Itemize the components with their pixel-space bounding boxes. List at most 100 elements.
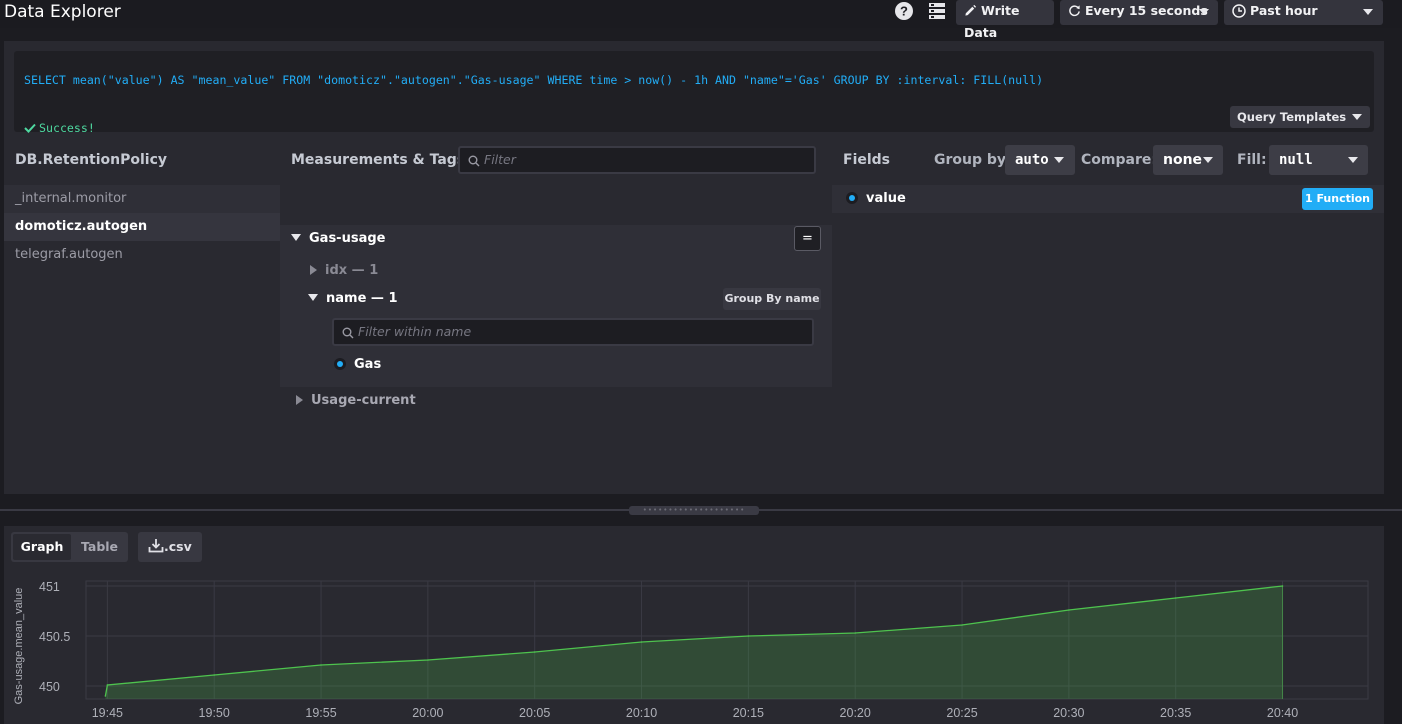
data-point <box>961 624 963 626</box>
measurement-usage-current[interactable]: Usage-current <box>296 391 416 411</box>
data-point <box>427 659 429 661</box>
query-text[interactable]: SELECT mean("value") AS "mean_value" FRO… <box>24 73 1043 87</box>
page-header: Data Explorer ? Write Data Every 15 seco… <box>0 0 1402 40</box>
equals-toggle-button[interactable]: = <box>794 226 821 251</box>
refresh-icon <box>1069 5 1080 17</box>
db-item-internal-monitor[interactable]: _internal.monitor <box>4 185 280 213</box>
pencil-icon <box>965 4 977 16</box>
query-templates-dropdown[interactable]: Query Templates <box>1230 106 1370 128</box>
db-retention-policy-panel: DB.RetentionPolicy _internal.monitor dom… <box>4 141 280 494</box>
data-point <box>747 635 750 637</box>
x-tick-label: 19:45 <box>92 706 123 720</box>
tag-value-gas[interactable]: Gas <box>334 355 381 375</box>
clock-icon <box>1232 3 1246 18</box>
y-axis-label: Gas-usage.mean_value <box>13 588 25 705</box>
function-badge[interactable]: 1 Function <box>1302 188 1373 210</box>
db-item-telegraf-autogen[interactable]: telegraf.autogen <box>4 241 280 269</box>
group-by-value: auto <box>1015 152 1049 168</box>
data-point <box>640 641 643 643</box>
measurement-gas-usage-label: Gas-usage <box>309 231 386 246</box>
x-tick-label: 19:50 <box>199 706 230 720</box>
x-tick-label: 20:00 <box>412 706 443 720</box>
radio-selected-icon <box>334 357 346 370</box>
caret-right-icon <box>296 394 303 405</box>
database-table-icon[interactable] <box>927 1 947 21</box>
measurements-panel-header: Measurements & Tags <box>291 152 466 168</box>
svg-text:?: ? <box>900 4 908 19</box>
results-panel: Graph Table .csv 19:45 19:50 19:55 20:00 20:… <box>4 526 1384 724</box>
tag-name[interactable]: name — 1 <box>308 289 398 309</box>
tag-idx[interactable]: idx — 1 <box>310 261 378 281</box>
field-value[interactable]: value <box>846 189 906 209</box>
data-point <box>1068 609 1070 611</box>
x-tick-label: 20:25 <box>946 706 977 720</box>
tag-name-label: name — 1 <box>326 291 398 306</box>
x-tick-label: 20:10 <box>626 706 657 720</box>
compare-dropdown[interactable]: none <box>1153 145 1223 175</box>
compare-label: Compare: <box>1081 152 1157 168</box>
data-point <box>213 674 215 676</box>
caret-down-icon <box>308 294 318 301</box>
fill-label: Fill: <box>1237 152 1267 168</box>
checkmark-icon <box>24 123 36 133</box>
fill-value: null <box>1279 152 1313 168</box>
query-status-text: Success! <box>39 121 95 135</box>
y-tick-label: 450.5 <box>39 630 70 644</box>
y-tick-label: 450 <box>39 680 60 694</box>
x-tick-label: 20:30 <box>1053 706 1084 720</box>
time-range-label: Past hour <box>1250 3 1318 18</box>
measurements-tags-panel: Measurements & Tags Filter Gas-usage = i… <box>280 141 832 494</box>
refresh-interval-dropdown[interactable]: Every 15 seconds <box>1060 0 1218 25</box>
x-tick-label: 20:40 <box>1267 706 1298 720</box>
group-by-name-button[interactable]: Group By name <box>723 288 821 310</box>
tag-filter-input[interactable]: Filter within name <box>332 318 814 346</box>
write-data-button[interactable]: Write Data <box>956 0 1054 40</box>
results-graph[interactable]: 19:45 19:50 19:55 20:00 20:05 20:10 20:15 20:20… <box>4 526 1384 724</box>
data-point <box>106 684 109 686</box>
measurements-filter-placeholder: Filter <box>484 152 516 167</box>
chevron-down-icon <box>1203 157 1213 163</box>
x-tick-label: 20:05 <box>519 706 550 720</box>
chevron-down-icon <box>1352 114 1362 120</box>
fields-panel: Fields Group by: auto Compare: none Fill… <box>832 141 1384 494</box>
chevron-down-icon <box>1054 157 1064 163</box>
search-icon <box>468 155 480 167</box>
y-tick-label: 451 <box>39 580 60 594</box>
tag-value-gas-label: Gas <box>354 357 382 372</box>
x-tick-label: 19:55 <box>305 706 336 720</box>
measurements-filter-input[interactable]: Filter <box>458 146 816 174</box>
query-templates-label: Query Templates <box>1237 110 1347 124</box>
x-tick-label: 20:15 <box>733 706 764 720</box>
data-point <box>1174 597 1177 599</box>
resize-handle[interactable]: •••••••••••••••••••• <box>629 506 759 515</box>
data-point <box>854 632 856 634</box>
fields-panel-header: Fields <box>843 152 891 168</box>
db-item-domoticz-autogen[interactable]: domoticz.autogen <box>4 213 280 241</box>
query-status: Success! <box>24 121 95 135</box>
query-editor[interactable]: SELECT mean("value") AS "mean_value" FRO… <box>14 51 1374 135</box>
db-panel-header: DB.RetentionPolicy <box>15 152 168 168</box>
chevron-down-icon <box>1363 9 1373 15</box>
time-range-dropdown[interactable]: Past hour <box>1224 0 1383 25</box>
data-point <box>104 695 107 697</box>
x-tick-label: 20:20 <box>840 706 871 720</box>
field-value-label: value <box>866 191 906 206</box>
group-by-dropdown[interactable]: auto <box>1005 145 1075 175</box>
group-by-label: Group by: <box>934 152 1012 168</box>
compare-value: none <box>1163 152 1203 168</box>
fill-dropdown[interactable]: null <box>1269 145 1368 175</box>
caret-right-icon <box>310 264 317 275</box>
query-builder: SELECT mean("value") AS "mean_value" FRO… <box>4 41 1384 494</box>
help-icon[interactable]: ? <box>894 1 914 21</box>
tag-idx-label: idx — 1 <box>325 263 379 278</box>
x-tick-label: 20:35 <box>1160 706 1191 720</box>
tag-filter-placeholder: Filter within name <box>358 324 472 339</box>
chevron-down-icon <box>1199 9 1209 15</box>
data-point <box>1281 585 1284 587</box>
measurement-usage-current-label: Usage-current <box>311 393 416 408</box>
measurement-gas-usage[interactable]: Gas-usage <box>291 229 385 249</box>
caret-down-icon <box>291 234 301 241</box>
series-area-fill <box>105 586 1283 699</box>
page-title: Data Explorer <box>4 2 121 22</box>
data-point <box>320 664 322 666</box>
